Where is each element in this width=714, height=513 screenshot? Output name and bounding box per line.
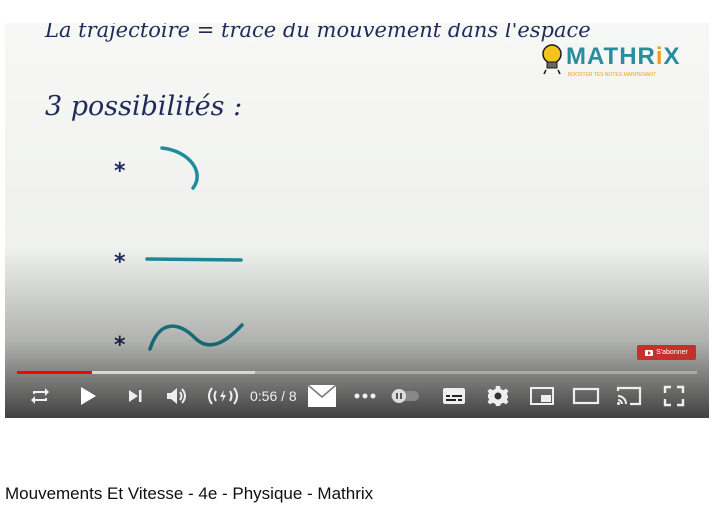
mail-icon	[307, 384, 337, 407]
subtitles-icon	[443, 388, 465, 404]
video-player[interactable]: La trajectoire = trace du mouvement dans…	[5, 23, 709, 418]
board-line-1: La trajectoire = trace du mouvement dans…	[44, 23, 591, 42]
bullet-1: *	[114, 159, 126, 184]
settings-button[interactable]	[483, 376, 513, 416]
board-heading: 3 possibilités :	[45, 91, 242, 122]
youtube-icon	[645, 349, 654, 356]
fullscreen-icon	[663, 385, 685, 407]
toggle-icon	[391, 389, 419, 403]
autoplay-button[interactable]	[204, 376, 242, 416]
logo-tagline: BOOSTER TES NOTES MAINTENANT	[568, 72, 656, 78]
cast-button[interactable]	[614, 376, 644, 416]
autoplay-toggle[interactable]	[388, 376, 422, 416]
lightbulb-icon	[542, 44, 562, 75]
logo-wordmark: MATHRiX	[566, 43, 681, 70]
video-title: Mouvements Et Vitesse - 4e - Physique - …	[5, 484, 374, 503]
settings-icon	[487, 386, 509, 406]
miniplayer-icon	[530, 387, 554, 405]
play-button[interactable]	[73, 376, 103, 416]
more-button[interactable]	[352, 376, 378, 416]
miniplayer-button[interactable]	[527, 376, 557, 416]
autoplay-icon	[208, 387, 238, 405]
time-display: 0:56 / 8	[250, 388, 297, 404]
progress-bar[interactable]	[17, 371, 697, 374]
volume-icon	[167, 388, 186, 404]
bullet-3: *	[114, 333, 126, 358]
loop-button[interactable]	[25, 376, 55, 416]
straight-trajectory	[145, 257, 243, 262]
loop-icon	[31, 388, 49, 404]
subscribe-label: S'abonner	[656, 349, 688, 356]
next-icon	[129, 390, 142, 402]
subscribe-button[interactable]: S'abonner	[637, 345, 696, 360]
player-controls: 0:56 / 8	[5, 376, 709, 416]
theater-icon	[572, 387, 600, 405]
progress-played	[17, 371, 92, 374]
play-icon	[81, 387, 96, 405]
theater-button[interactable]	[570, 376, 602, 416]
bullet-2: *	[114, 250, 126, 275]
next-button[interactable]	[120, 376, 150, 416]
subtitles-button[interactable]	[439, 376, 469, 416]
mathrix-logo: MATHRiX BOOSTER TES NOTES MAINTENANT	[538, 41, 688, 89]
cast-icon	[616, 386, 642, 406]
share-mail-button[interactable]	[305, 376, 339, 416]
fullscreen-button[interactable]	[659, 376, 689, 416]
volume-button[interactable]	[162, 376, 192, 416]
more-icon	[354, 393, 376, 399]
